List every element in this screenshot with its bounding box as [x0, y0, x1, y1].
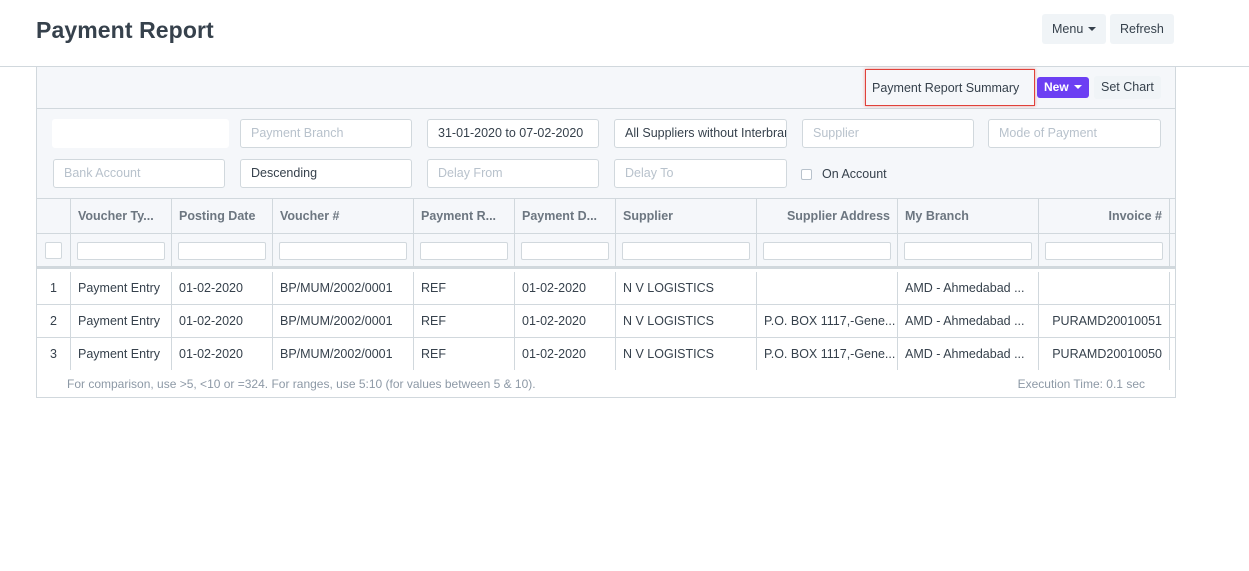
column-header[interactable]: Posting Date — [172, 199, 273, 233]
row-index: 1 — [37, 272, 71, 304]
column-filter-input[interactable] — [279, 242, 407, 260]
delay-from-filter[interactable]: Delay From — [427, 159, 599, 188]
summary-highlight: Payment Report Summary — [865, 69, 1035, 106]
caret-down-icon — [1088, 26, 1097, 31]
filter-cell — [616, 234, 757, 266]
caret-down-icon — [1073, 84, 1082, 89]
payment-date-cell[interactable]: 01-02-2020 — [515, 338, 616, 370]
execution-time: Execution Time: 0.1 sec — [1017, 377, 1145, 391]
column-filter-input[interactable] — [178, 242, 266, 260]
column-filter-input[interactable] — [420, 242, 508, 260]
payment-branch-filter[interactable]: Payment Branch — [240, 119, 412, 148]
filter-cell — [37, 234, 71, 266]
posting-date-cell[interactable]: 01-02-2020 — [172, 338, 273, 370]
table-row[interactable]: 3 Payment Entry 01-02-2020 BP/MUM/2002/0… — [37, 338, 1175, 370]
column-filter-input[interactable] — [521, 242, 609, 260]
invoice-no-cell[interactable]: PURAMD20010050 — [1039, 338, 1170, 370]
column-filter-input[interactable] — [904, 242, 1032, 260]
date-range-filter[interactable]: 31-01-2020 to 07-02-2020 — [427, 119, 599, 148]
filter-cell — [757, 234, 898, 266]
filter-cell — [1039, 234, 1170, 266]
payment-report-summary-button[interactable]: Payment Report Summary — [872, 77, 1019, 99]
column-filter-input[interactable] — [1045, 242, 1163, 260]
company-filter[interactable] — [52, 119, 229, 148]
payment-ref-cell[interactable]: REF — [414, 272, 515, 304]
column-header[interactable]: Supplier Address — [757, 199, 898, 233]
column-header[interactable]: Voucher # — [273, 199, 414, 233]
refresh-button[interactable]: Refresh — [1110, 14, 1174, 44]
menu-button[interactable]: Menu — [1042, 14, 1107, 44]
filter-cell — [898, 234, 1039, 266]
filter-cell — [414, 234, 515, 266]
my-branch-cell[interactable]: AMD - Ahmedabad ... — [898, 272, 1039, 304]
table-row[interactable]: 2 Payment Entry 01-02-2020 BP/MUM/2002/0… — [37, 305, 1175, 338]
supplier-cell[interactable]: N V LOGISTICS — [616, 305, 757, 337]
column-header[interactable]: Payment D... — [515, 199, 616, 233]
menu-button-label: Menu — [1052, 22, 1084, 36]
my-branch-cell[interactable]: AMD - Ahmedabad ... — [898, 338, 1039, 370]
delay-to-filter[interactable]: Delay To — [614, 159, 787, 188]
new-button-label: New — [1044, 80, 1069, 94]
column-filter-input[interactable] — [622, 242, 750, 260]
on-account-label: On Account — [822, 167, 887, 181]
payment-ref-cell[interactable]: REF — [414, 338, 515, 370]
invoice-no-cell[interactable] — [1039, 272, 1170, 304]
supplier-address-cell[interactable]: P.O. BOX 1117,-Gene... — [757, 305, 898, 337]
grid-filter-row — [37, 234, 1175, 269]
order-filter[interactable]: Descending — [240, 159, 412, 188]
filter-area: Payment Branch 31-01-2020 to 07-02-2020 … — [37, 109, 1175, 199]
report-container: Payment Report Summary New Set Chart Pay… — [36, 67, 1176, 398]
posting-date-cell[interactable]: 01-02-2020 — [172, 305, 273, 337]
payment-date-cell[interactable]: 01-02-2020 — [515, 272, 616, 304]
voucher-type-cell[interactable]: Payment Entry — [71, 272, 172, 304]
payment-date-cell[interactable]: 01-02-2020 — [515, 305, 616, 337]
column-header[interactable]: Supplier — [616, 199, 757, 233]
supplier-group-filter[interactable]: All Suppliers without Interbranch — [614, 119, 787, 148]
report-footer: For comparison, use >5, <10 or =324. For… — [37, 370, 1175, 397]
select-all-checkbox[interactable] — [45, 242, 62, 259]
column-header[interactable]: My Branch — [898, 199, 1039, 233]
column-header[interactable]: Voucher Ty... — [71, 199, 172, 233]
voucher-no-cell[interactable]: BP/MUM/2002/0001 — [273, 305, 414, 337]
column-filter-input[interactable] — [763, 242, 891, 260]
voucher-no-cell[interactable]: BP/MUM/2002/0001 — [273, 272, 414, 304]
report-toolbar: Payment Report Summary New Set Chart — [37, 67, 1175, 109]
mode-of-payment-filter[interactable]: Mode of Payment — [988, 119, 1161, 148]
voucher-type-cell[interactable]: Payment Entry — [71, 305, 172, 337]
row-index: 3 — [37, 338, 71, 370]
filter-cell — [273, 234, 414, 266]
filter-cell — [172, 234, 273, 266]
column-header[interactable]: Payment R... — [414, 199, 515, 233]
supplier-cell[interactable]: N V LOGISTICS — [616, 272, 757, 304]
row-index-header — [37, 199, 71, 233]
on-account-checkbox[interactable] — [801, 169, 812, 180]
new-button[interactable]: New — [1037, 77, 1089, 98]
posting-date-cell[interactable]: 01-02-2020 — [172, 272, 273, 304]
filter-cell — [515, 234, 616, 266]
report-grid: Voucher Ty... Posting Date Voucher # Pay… — [37, 199, 1175, 370]
column-filter-input[interactable] — [77, 242, 165, 260]
filter-cell — [71, 234, 172, 266]
supplier-address-cell[interactable] — [757, 272, 898, 304]
page-title: Payment Report — [36, 17, 214, 43]
supplier-address-cell[interactable]: P.O. BOX 1117,-Gene... — [757, 338, 898, 370]
supplier-cell[interactable]: N V LOGISTICS — [616, 338, 757, 370]
row-index: 2 — [37, 305, 71, 337]
column-header[interactable]: Invoice # — [1039, 199, 1170, 233]
set-chart-button[interactable]: Set Chart — [1094, 76, 1161, 99]
filter-hint: For comparison, use >5, <10 or =324. For… — [67, 377, 536, 391]
bank-account-filter[interactable]: Bank Account — [53, 159, 225, 188]
table-row[interactable]: 1 Payment Entry 01-02-2020 BP/MUM/2002/0… — [37, 272, 1175, 305]
voucher-type-cell[interactable]: Payment Entry — [71, 338, 172, 370]
voucher-no-cell[interactable]: BP/MUM/2002/0001 — [273, 338, 414, 370]
page-head: Payment Report Menu Refresh — [0, 0, 1249, 67]
grid-header-row: Voucher Ty... Posting Date Voucher # Pay… — [37, 199, 1175, 234]
payment-ref-cell[interactable]: REF — [414, 305, 515, 337]
invoice-no-cell[interactable]: PURAMD20010051 — [1039, 305, 1170, 337]
supplier-filter[interactable]: Supplier — [802, 119, 974, 148]
my-branch-cell[interactable]: AMD - Ahmedabad ... — [898, 305, 1039, 337]
